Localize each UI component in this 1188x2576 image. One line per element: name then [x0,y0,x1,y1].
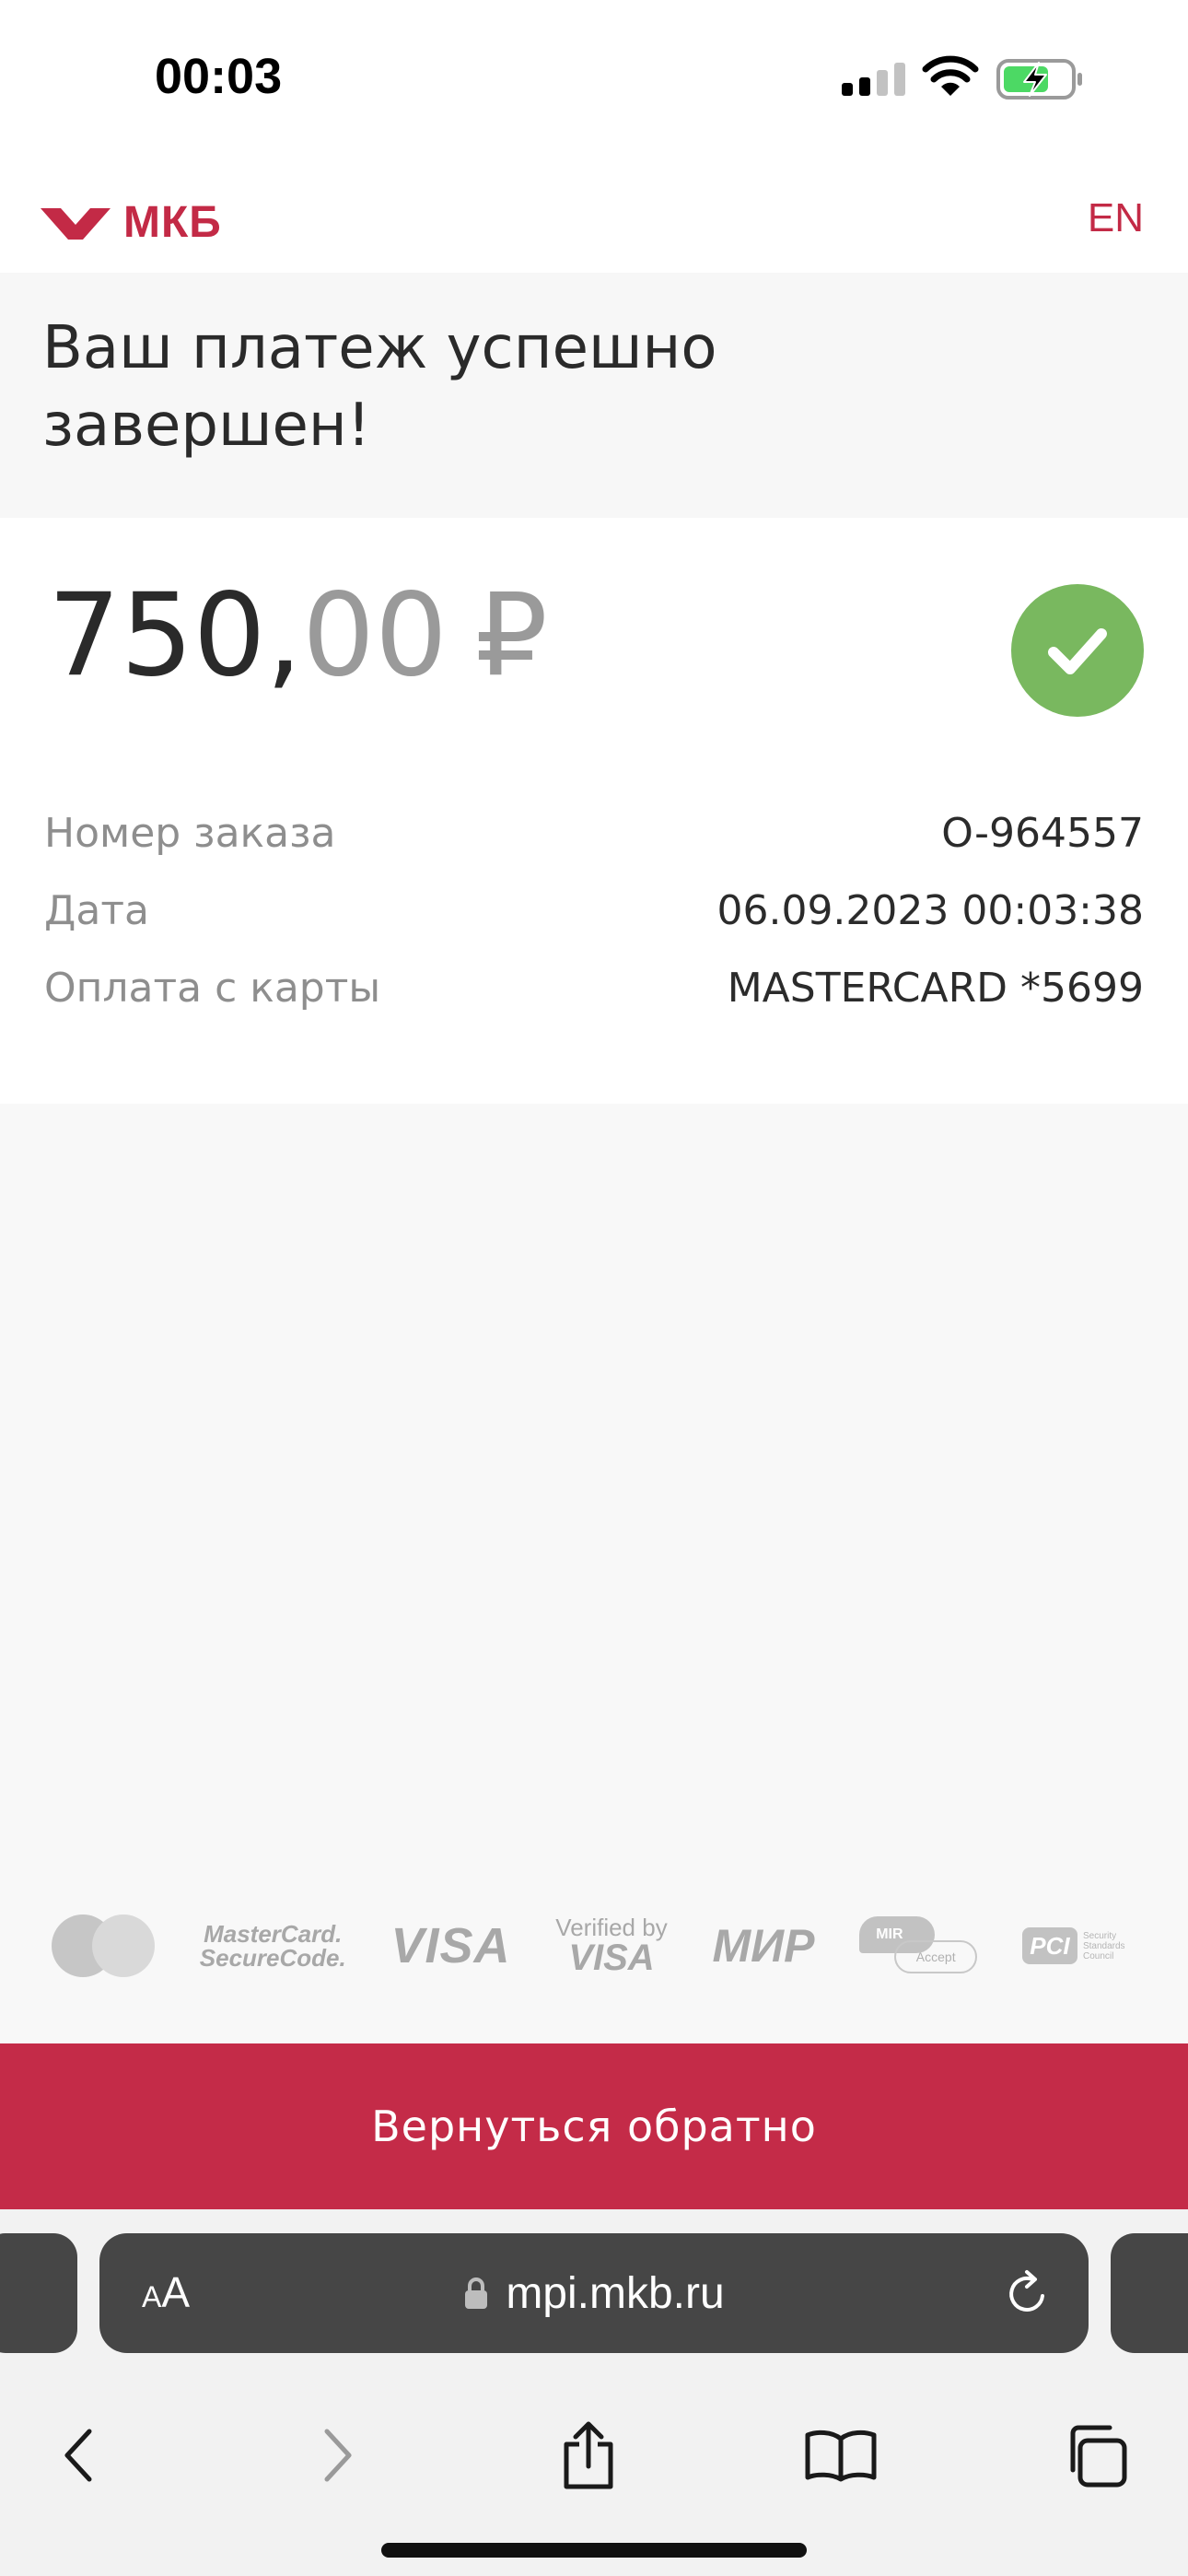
payment-system-logos: MasterCard. SecureCode. VISA Verified by… [52,1909,1147,1983]
share-icon [564,2421,613,2489]
reload-icon[interactable] [1002,2268,1052,2318]
mir-accept-text: Accept [894,1940,978,1973]
pci-badge: PCI [1021,1927,1077,1964]
text-size-button[interactable]: AA [142,2268,190,2327]
next-tab-peek[interactable] [1111,2233,1188,2353]
status-time: 00:03 [155,49,283,104]
bank-logo-text: МКБ [123,198,222,247]
tabs-button[interactable] [1044,2405,1146,2506]
chevron-right-icon [324,2429,352,2482]
verified-by-visa-logo: Verified by VISA [555,1915,667,1976]
success-checkmark-icon [1011,584,1144,717]
pci-dss-logo: PCI Security Standards Council [1021,1927,1147,1964]
url-text: mpi.mkb.ru [506,2268,725,2318]
title-section: Ваш платеж успешно завершен! [0,273,1188,518]
bank-logo[interactable]: МКБ [41,197,222,248]
back-nav-button[interactable] [28,2405,129,2506]
lock-icon [465,2277,488,2309]
payment-details: Номер заказа O-964557 Дата 06.09.2023 00… [44,794,1144,1026]
detail-label: Дата [44,886,149,934]
amount-currency: ₽ [474,569,548,702]
payment-receipt: 750,00 ₽ Номер заказа O-964557 Дата 06.09… [0,518,1188,1104]
book-icon [805,2430,877,2482]
detail-row-date: Дата 06.09.2023 00:03:38 [44,872,1144,949]
bookmarks-button[interactable] [790,2405,891,2506]
amount-integer: 750, [48,569,303,702]
visa-logo: VISA [390,1918,511,1973]
bank-logo-icon [41,207,111,240]
chevron-left-icon [64,2429,92,2482]
amount-decimal: 00 [302,569,448,702]
language-switch-link[interactable]: EN [1088,195,1144,241]
securecode-line1: MasterCard. [204,1920,343,1948]
securecode-line2: SecureCode. [199,1944,346,1972]
pci-text: Security Standards Council [1082,1930,1125,1961]
previous-tab-peek[interactable] [0,2233,77,2353]
payment-amount: 750,00 ₽ [48,571,548,700]
verified-line2: VISA [568,1938,655,1978]
detail-value: MASTERCARD *5699 [727,964,1144,1012]
address-bar[interactable]: AA mpi.mkb.ru [99,2233,1089,2353]
mir-accept-logo: MIR Accept [859,1916,978,1975]
mastercard-logo [52,1914,155,1977]
mir-logo: МИР [712,1920,815,1972]
wifi-icon [922,55,979,96]
verified-line1: Verified by [555,1914,668,1941]
page-title: Ваш платеж успешно завершен! [42,314,717,460]
browser-chrome: AA mpi.mkb.ru [0,2209,1188,2576]
detail-label: Номер заказа [44,809,336,857]
forward-nav-button[interactable] [287,2405,389,2506]
tabs-icon [1070,2425,1127,2488]
status-bar: 00:03 [0,0,1188,157]
cellular-signal-icon [842,63,905,96]
share-button[interactable] [538,2405,639,2506]
detail-value: O-964557 [941,809,1144,857]
detail-label: Оплата с карты [44,964,381,1012]
detail-row-card: Оплата с карты MASTERCARD *5699 [44,949,1144,1026]
mastercard-securecode-logo: MasterCard. SecureCode. [200,1922,346,1970]
back-button[interactable]: Вернуться обратно [0,2043,1188,2209]
browser-toolbar [0,2405,1188,2506]
site-header: МКБ EN [0,157,1188,273]
detail-value: 06.09.2023 00:03:38 [716,886,1144,934]
home-indicator [381,2543,807,2558]
battery-charging-icon [996,59,1082,100]
detail-row-order-number: Номер заказа O-964557 [44,794,1144,872]
